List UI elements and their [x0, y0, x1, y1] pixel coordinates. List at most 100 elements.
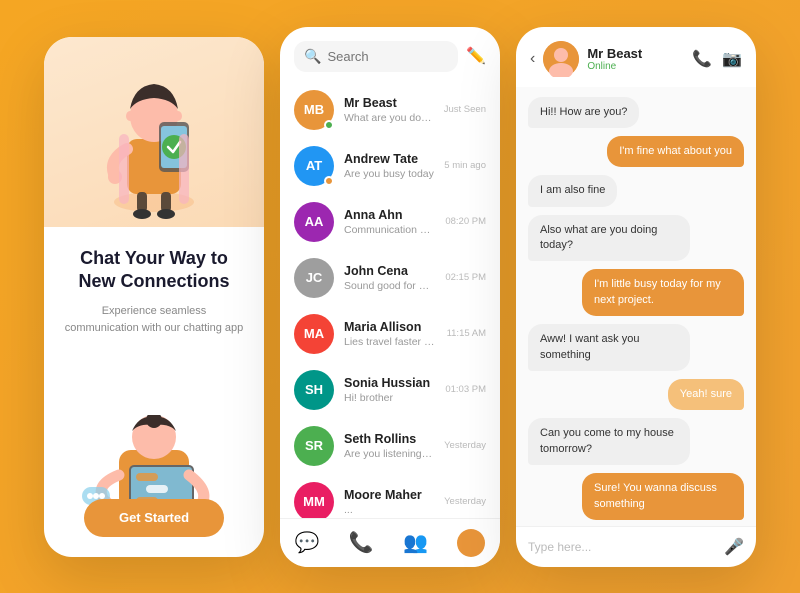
- chat-list: MB Mr Beast What are you doing? Just See…: [280, 82, 500, 518]
- chat-list-item[interactable]: SR Seth Rollins Are you listening me? Ye…: [280, 418, 500, 474]
- phone-icon[interactable]: 📞: [692, 49, 712, 69]
- chat-avatar: JC: [294, 258, 334, 298]
- chat-time: Yesterday: [444, 440, 486, 451]
- chat-list-item[interactable]: MB Mr Beast What are you doing? Just See…: [280, 82, 500, 138]
- video-icon[interactable]: 📷: [722, 49, 742, 69]
- chat-preview: Are you busy today: [344, 168, 434, 180]
- chat-name: Andrew Tate: [344, 152, 434, 166]
- intro-text-section: Chat Your Way to New Connections Experie…: [44, 227, 264, 405]
- chat-time: 02:15 PM: [445, 272, 486, 283]
- chat-info: Sonia Hussian Hi! brother: [344, 376, 435, 404]
- chat-list-item[interactable]: MA Maria Allison Lies travel faster than…: [280, 306, 500, 362]
- chat-preview: Hi! brother: [344, 392, 435, 404]
- chat-meta: 5 min ago: [444, 160, 486, 171]
- contact-name: Mr Beast: [587, 46, 684, 61]
- intro-panel: Chat Your Way to New Connections Experie…: [44, 37, 264, 557]
- contact-status: Online: [587, 61, 684, 72]
- bottom-nav: 💬 📞 👥: [280, 518, 500, 567]
- chat-list-panel: 🔍 ✏️ MB Mr Beast What are you doing? Jus…: [280, 27, 500, 567]
- chat-avatar: MM: [294, 482, 334, 518]
- chat-preview: ...: [344, 504, 434, 516]
- chat-preview: What are you doing?: [344, 112, 434, 124]
- chat-preview: Are you listening me?: [344, 448, 434, 460]
- character-top-svg: [89, 44, 219, 219]
- chat-name: Maria Allison: [344, 320, 437, 334]
- chat-name: Sonia Hussian: [344, 376, 435, 390]
- get-started-button[interactable]: Get Started: [84, 499, 224, 537]
- chat-name: Seth Rollins: [344, 432, 434, 446]
- search-bar: 🔍 ✏️: [280, 27, 500, 82]
- contact-avatar-img: [543, 41, 579, 77]
- chat-name: Mr Beast: [344, 96, 434, 110]
- contact-info: Mr Beast Online: [587, 46, 684, 72]
- chat-header: ‹ Mr Beast Online 📞 📷: [516, 27, 756, 87]
- chat-avatar: AT: [294, 146, 334, 186]
- contact-avatar: [543, 41, 579, 77]
- search-input-wrap[interactable]: 🔍: [294, 41, 458, 72]
- message-bubble: Can you come to my house tomorrow?: [528, 418, 690, 465]
- search-input[interactable]: [327, 49, 448, 64]
- nav-chat-icon[interactable]: 💬: [295, 530, 320, 555]
- message-bubble: I'm little busy today for my next projec…: [582, 269, 744, 316]
- intro-bottom-area: Get Started: [44, 405, 264, 557]
- chat-time: Yesterday: [444, 496, 486, 507]
- chat-preview: Communication gap: [344, 224, 435, 236]
- message-bubble: Yeah! sure: [668, 379, 744, 410]
- chat-name: Anna Ahn: [344, 208, 435, 222]
- chat-name: Moore Maher: [344, 488, 434, 502]
- message-bubble: Aww! I want ask you something: [528, 324, 690, 371]
- chat-detail-panel: ‹ Mr Beast Online 📞 📷 Hi!! How are you? I…: [516, 27, 756, 567]
- chat-list-item[interactable]: AA Anna Ahn Communication gap 08:20 PM: [280, 194, 500, 250]
- message-bubble: I am also fine: [528, 175, 617, 206]
- chat-list-item[interactable]: SH Sonia Hussian Hi! brother 01:03 PM: [280, 362, 500, 418]
- chat-meta: 02:15 PM: [445, 272, 486, 283]
- chat-preview: Sound good for me too!: [344, 280, 435, 292]
- chat-meta: 11:15 AM: [447, 328, 486, 339]
- nav-profile-avatar[interactable]: [457, 529, 485, 557]
- chat-avatar: AA: [294, 202, 334, 242]
- search-icon: 🔍: [304, 48, 321, 65]
- message-bubble: I'm fine what about you: [607, 136, 744, 167]
- chat-info: Anna Ahn Communication gap: [344, 208, 435, 236]
- chat-info: Moore Maher ...: [344, 488, 434, 516]
- message-bubble: Sure! You wanna discuss something: [582, 473, 744, 520]
- chat-info: Andrew Tate Are you busy today: [344, 152, 434, 180]
- chat-input-area: 🎤: [516, 526, 756, 567]
- mic-icon[interactable]: 🎤: [724, 537, 744, 557]
- chat-avatar: MA: [294, 314, 334, 354]
- intro-illustration-top: [44, 37, 264, 227]
- intro-title: Chat Your Way to New Connections: [64, 247, 244, 294]
- message-input[interactable]: [528, 540, 716, 554]
- chat-avatar: SH: [294, 370, 334, 410]
- chat-avatar: MB: [294, 90, 334, 130]
- message-bubble: Also what are you doing today?: [528, 215, 690, 262]
- back-button[interactable]: ‹: [530, 50, 535, 68]
- messages-area: Hi!! How are you? I'm fine what about you…: [516, 87, 756, 526]
- nav-call-icon[interactable]: 📞: [349, 530, 374, 555]
- chat-meta: 08:20 PM: [445, 216, 486, 227]
- chat-info: Seth Rollins Are you listening me?: [344, 432, 434, 460]
- chat-time: Just Seen: [444, 104, 486, 115]
- chat-time: 01:03 PM: [445, 384, 486, 395]
- chat-meta: 01:03 PM: [445, 384, 486, 395]
- chat-meta: Yesterday: [444, 496, 486, 507]
- message-bubble: Hi!! How are you?: [528, 97, 639, 128]
- header-actions: 📞 📷: [692, 49, 742, 69]
- chat-info: Maria Allison Lies travel faster than tr…: [344, 320, 437, 348]
- chat-time: 08:20 PM: [445, 216, 486, 227]
- nav-contacts-icon[interactable]: 👥: [403, 530, 428, 555]
- intro-subtitle: Experience seamless communication with o…: [64, 303, 244, 336]
- chat-time: 5 min ago: [444, 160, 486, 171]
- chat-list-item[interactable]: JC John Cena Sound good for me too! 02:1…: [280, 250, 500, 306]
- chat-meta: Just Seen: [444, 104, 486, 115]
- chat-info: John Cena Sound good for me too!: [344, 264, 435, 292]
- compose-icon[interactable]: ✏️: [466, 46, 486, 66]
- chat-list-item[interactable]: MM Moore Maher ... Yesterday: [280, 474, 500, 518]
- chat-list-item[interactable]: AT Andrew Tate Are you busy today 5 min …: [280, 138, 500, 194]
- chat-time: 11:15 AM: [447, 328, 486, 339]
- chat-name: John Cena: [344, 264, 435, 278]
- chat-info: Mr Beast What are you doing?: [344, 96, 434, 124]
- chat-meta: Yesterday: [444, 440, 486, 451]
- chat-avatar: SR: [294, 426, 334, 466]
- chat-preview: Lies travel faster than truth: [344, 336, 437, 348]
